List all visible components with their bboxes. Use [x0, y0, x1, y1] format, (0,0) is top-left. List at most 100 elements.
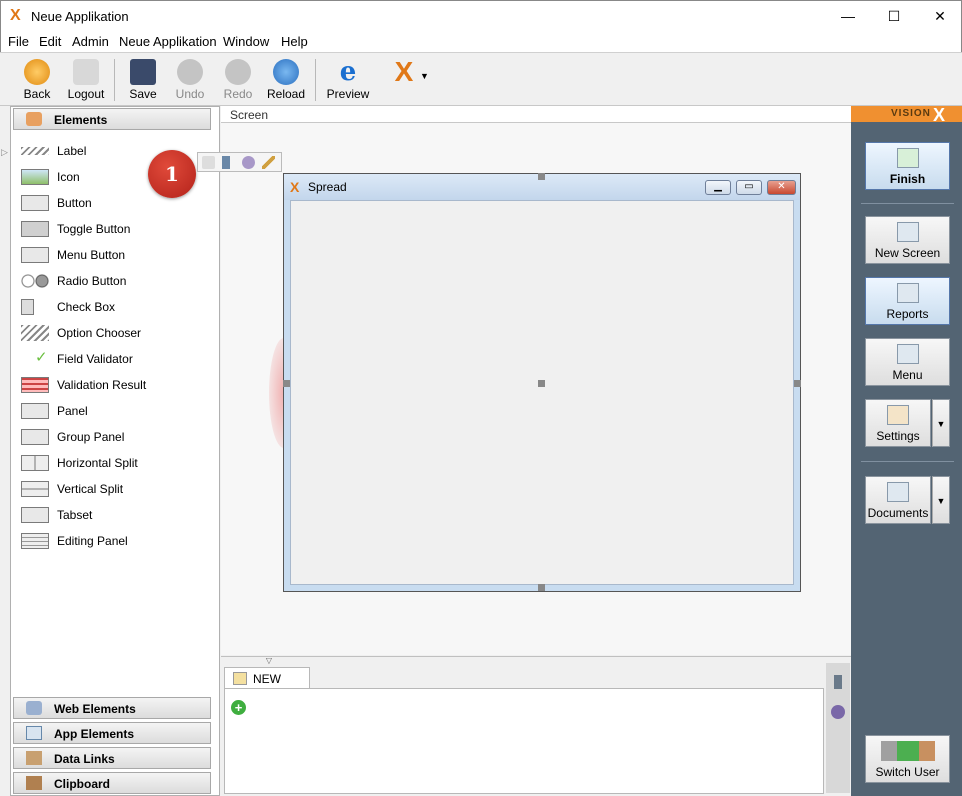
- back-icon: [24, 59, 50, 85]
- play-icon: [896, 148, 919, 168]
- breadcrumb-screen[interactable]: Screen: [230, 108, 268, 122]
- tools-dropdown-button[interactable]: X ▼: [376, 57, 432, 105]
- maximize-button[interactable]: ☐: [871, 1, 917, 32]
- menu-bar: File Edit Admin Neue Applikation Window …: [0, 31, 962, 52]
- reports-icon: [896, 283, 919, 303]
- spread-minimize-button[interactable]: ▁: [705, 180, 731, 195]
- element-horizontal-split[interactable]: Horizontal Split: [21, 453, 201, 473]
- documents-button[interactable]: Documents: [865, 476, 931, 524]
- tab-new-table[interactable]: NEW table: [224, 667, 310, 700]
- vertical-split-icon: [21, 481, 49, 497]
- elements-palette: Elements ▷ Label Icon Button Toggle Butt…: [1, 106, 220, 796]
- back-button[interactable]: Back: [13, 57, 61, 105]
- tabset-icon: [21, 507, 49, 523]
- collapse-bottom-icon[interactable]: ▽: [256, 656, 282, 665]
- mini-toolbar: [197, 152, 282, 172]
- reports-button[interactable]: Reports: [865, 277, 950, 325]
- menu-neue-applikation[interactable]: Neue Applikation: [119, 34, 217, 49]
- reload-button[interactable]: Reload: [262, 57, 310, 105]
- menu-button[interactable]: Menu: [865, 338, 950, 386]
- database-icon[interactable]: [202, 156, 215, 169]
- resize-handle[interactable]: [538, 584, 545, 591]
- element-toggle-button[interactable]: Toggle Button: [21, 219, 201, 239]
- sidebar-separator: [861, 203, 954, 204]
- spread-window[interactable]: X Spread ▁ ▭ ✕: [283, 173, 801, 592]
- data-links-header[interactable]: Data Links: [13, 747, 211, 769]
- device-icon[interactable]: [222, 156, 230, 169]
- panel-icon: [21, 403, 49, 419]
- chevron-down-icon: ▼: [420, 71, 429, 81]
- element-group-panel[interactable]: Group Panel: [21, 427, 201, 447]
- title-bar: X Neue Applikation — ☐ ✕: [0, 0, 962, 31]
- spread-maximize-button[interactable]: ▭: [736, 180, 762, 195]
- reload-icon: [273, 59, 299, 85]
- spread-title: Spread: [308, 180, 347, 194]
- toggle-button-icon: [21, 221, 49, 237]
- validation-result-icon: [21, 377, 49, 393]
- element-vertical-split[interactable]: Vertical Split: [21, 479, 201, 499]
- save-button[interactable]: Save: [119, 57, 167, 105]
- horizontal-split-icon: [21, 455, 49, 471]
- element-validation-result[interactable]: Validation Result: [21, 375, 201, 395]
- menu-help[interactable]: Help: [281, 34, 308, 49]
- menu-admin[interactable]: Admin: [72, 34, 109, 49]
- option-chooser-icon: [21, 325, 49, 341]
- collapse-left-icon[interactable]: ▷: [1, 147, 9, 163]
- data-link-icon: [26, 751, 42, 765]
- chevron-down-icon: ▼: [936, 419, 946, 429]
- settings-dropdown[interactable]: ▼: [932, 399, 950, 447]
- element-option-chooser[interactable]: Option Chooser: [21, 323, 201, 343]
- internet-explorer-icon: e: [339, 57, 357, 87]
- redo-icon: [225, 59, 251, 85]
- app-logo-icon: X: [290, 179, 300, 195]
- resize-handle[interactable]: [794, 380, 801, 387]
- chevron-down-icon: ▼: [936, 496, 946, 506]
- documents-dropdown[interactable]: ▼: [932, 476, 950, 524]
- bottom-panel: ▽ NEW table +: [221, 656, 851, 796]
- finish-button[interactable]: Finish: [865, 142, 950, 190]
- menu-icon: [896, 344, 919, 364]
- redo-button[interactable]: Redo: [214, 57, 262, 105]
- globe-icon[interactable]: [242, 156, 255, 169]
- element-tabset[interactable]: Tabset: [21, 505, 201, 525]
- logout-button[interactable]: Logout: [62, 57, 110, 105]
- add-icon[interactable]: +: [231, 700, 246, 715]
- globe-icon[interactable]: [831, 705, 845, 719]
- spread-content[interactable]: [290, 200, 794, 585]
- close-button[interactable]: ✕: [917, 1, 962, 32]
- menu-button-icon: [21, 247, 49, 263]
- clipboard-header[interactable]: Clipboard: [13, 772, 211, 794]
- element-panel[interactable]: Panel: [21, 401, 201, 421]
- save-icon: [130, 59, 156, 85]
- preview-button[interactable]: e Preview: [324, 57, 372, 105]
- button-icon: [21, 195, 49, 211]
- radio-icon: [21, 273, 49, 289]
- element-menu-button[interactable]: Menu Button: [21, 245, 201, 265]
- switch-user-button[interactable]: Switch User: [865, 735, 950, 783]
- resize-handle[interactable]: [538, 173, 545, 180]
- table-content[interactable]: +: [224, 688, 824, 794]
- element-radio-button[interactable]: Radio Button: [21, 271, 201, 291]
- list-icon[interactable]: [834, 675, 842, 689]
- minimize-button[interactable]: —: [825, 1, 871, 32]
- web-elements-header[interactable]: Web Elements: [13, 697, 211, 719]
- gear-x-icon: X: [394, 56, 414, 87]
- pencil-icon[interactable]: [262, 156, 275, 169]
- menu-window[interactable]: Window: [223, 34, 269, 49]
- spread-close-button[interactable]: ✕: [767, 180, 796, 195]
- element-field-validator[interactable]: ✓ Field Validator: [21, 349, 201, 369]
- check-icon: ✓: [35, 349, 48, 366]
- resize-handle[interactable]: [283, 380, 290, 387]
- element-editing-panel[interactable]: Editing Panel: [21, 531, 201, 551]
- menu-edit[interactable]: Edit: [39, 34, 61, 49]
- app-elements-header[interactable]: App Elements: [13, 722, 211, 744]
- new-screen-button[interactable]: New Screen: [865, 216, 950, 264]
- settings-button[interactable]: Settings: [865, 399, 931, 447]
- toolbar-separator: [114, 59, 115, 101]
- undo-button[interactable]: Undo: [166, 57, 214, 105]
- elements-header[interactable]: Elements: [13, 108, 211, 130]
- window-title: Neue Applikation: [31, 9, 129, 24]
- resize-handle[interactable]: [538, 380, 545, 387]
- element-check-box[interactable]: Check Box: [21, 297, 201, 317]
- menu-file[interactable]: File: [8, 34, 29, 49]
